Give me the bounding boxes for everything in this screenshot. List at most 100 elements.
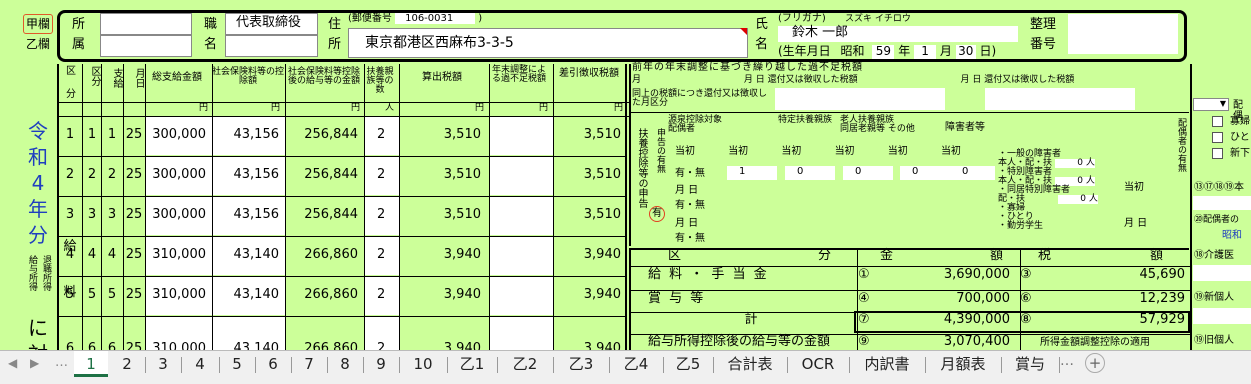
net-cell: 3,510 (583, 207, 621, 222)
calc-cell: 3,510 (443, 167, 481, 182)
dep-cell[interactable]: 2 (365, 277, 399, 315)
tab-1[interactable]: 1 (74, 351, 108, 377)
summary-gaku: 額 (990, 248, 1004, 263)
more-icon[interactable]: … (55, 355, 68, 370)
shogai-count[interactable]: 0 (950, 166, 995, 180)
tab-otsu1[interactable]: 乙1 (448, 351, 496, 377)
kyuryo-amount: 3,690,000 (943, 267, 1010, 282)
shintetsu-checkbox[interactable] (1212, 148, 1223, 159)
ins-cell[interactable]: 43,140 (213, 317, 285, 350)
rojin-count[interactable]: 0 (900, 166, 950, 180)
tab-otsu2[interactable]: 乙2 (498, 351, 552, 377)
tab-8[interactable]: 8 (328, 351, 362, 377)
total-cell[interactable]: 310,000 (146, 277, 212, 315)
birth-row: (生年月日 昭和 59 年 1 月 30 日) (778, 44, 997, 59)
tab-4[interactable]: 4 (182, 351, 218, 377)
tab-gokei[interactable]: 合計表 (714, 351, 786, 377)
kafu-checkbox[interactable] (1212, 116, 1223, 127)
scroll-right-icon[interactable]: ▶ (30, 356, 39, 370)
tab-shoyo[interactable]: 賞与 (1002, 351, 1058, 377)
add-sheet-icon[interactable]: + (1085, 353, 1105, 373)
summary-zei: 税 (1038, 248, 1052, 263)
scroll-left-icon[interactable]: ◀ (8, 356, 17, 370)
seiri-field[interactable] (1068, 14, 1178, 54)
tab-ocr[interactable]: OCR (788, 351, 848, 377)
diff-cell[interactable] (490, 157, 553, 195)
shozoku-field-1[interactable] (100, 13, 192, 35)
tokutei-label: 特定扶養親族 (778, 115, 833, 125)
tab-7[interactable]: 7 (292, 351, 326, 377)
far-field-3[interactable] (1193, 308, 1251, 324)
prev-amount-1[interactable] (775, 88, 945, 110)
ku-header: 区分 (66, 66, 76, 100)
tab-otsu3[interactable]: 乙3 (554, 351, 608, 377)
address-field[interactable]: 東京都港区西麻布3-3-5 (348, 28, 748, 58)
dep-cell[interactable]: 2 (365, 197, 399, 235)
birth-day-field[interactable]: 30 (955, 44, 976, 59)
kyuryo-label: 給 料 ・ 手 当 金 (648, 267, 769, 282)
furigana-field[interactable]: スズキ イチロウ (845, 14, 911, 24)
tokutei-count[interactable]: 0 (785, 166, 835, 180)
position-field-2[interactable] (225, 35, 318, 57)
dep-cell[interactable]: 2 (365, 237, 399, 275)
tab-10[interactable]: 10 (400, 351, 446, 377)
postal-code-field[interactable]: 106-0031 (395, 13, 476, 24)
tab-9[interactable]: 9 (364, 351, 398, 377)
dep-cell[interactable]: 2 (365, 117, 399, 155)
dep-cell[interactable]: 2 (365, 317, 399, 350)
birth-year-field[interactable]: 59 (872, 44, 895, 59)
calc-cell: 3,940 (443, 341, 481, 350)
tab-otsu4[interactable]: 乙4 (610, 351, 662, 377)
mei2-label: 名 (755, 37, 769, 52)
total-cell[interactable]: 300,000 (146, 197, 212, 235)
diff-cell[interactable] (490, 197, 553, 235)
far-field-1[interactable] (1193, 196, 1251, 210)
after-cell: 256,844 (304, 127, 358, 142)
diff-cell[interactable] (490, 277, 553, 315)
doukyo-count[interactable]: 0 (843, 166, 893, 180)
total-cell[interactable]: 310,000 (146, 237, 212, 275)
dep-cell[interactable]: 2 (365, 157, 399, 195)
ins-cell[interactable]: 43,140 (213, 277, 285, 315)
umu-circle-icon[interactable]: 有 (649, 206, 665, 222)
birth-month-field[interactable]: 1 (914, 44, 937, 59)
tab-2[interactable]: 2 (110, 351, 144, 377)
table-row: 4 4 4 25 310,000 43,140 266,860 2 3,940 … (59, 236, 625, 276)
tab-otsu5[interactable]: 乙5 (664, 351, 712, 377)
haigu-label: 源泉控除対象配偶者 (668, 115, 723, 134)
ins-cell[interactable]: 43,156 (213, 197, 285, 235)
total-cell[interactable]: 310,000 (146, 317, 212, 350)
diff-cell[interactable] (490, 117, 553, 155)
total-cell[interactable]: 300,000 (146, 117, 212, 155)
tab-6[interactable]: 6 (256, 351, 290, 377)
shozoku-field-2[interactable] (100, 35, 192, 57)
position-field[interactable]: 代表取締役 (225, 13, 318, 35)
ins-cell[interactable]: 43,156 (213, 157, 285, 195)
bango-label: 番号 (1030, 37, 1057, 52)
data-rows: 1 1 25 300,000 43,156 256,844 2 3,510 3,… (59, 116, 625, 350)
prev-amount-2[interactable] (985, 88, 1135, 110)
after-amount: 3,070,400 (943, 334, 1010, 349)
haigu-count[interactable]: 1 (727, 166, 777, 180)
tab-getsugaku[interactable]: 月額表 (926, 351, 1000, 377)
ni-label: に (28, 316, 48, 340)
after-cell: 266,860 (304, 287, 358, 302)
ins-cell[interactable]: 43,140 (213, 237, 285, 275)
net-cell: 3,940 (583, 341, 621, 350)
far-field-2[interactable] (1193, 265, 1251, 281)
ins-cell[interactable]: 43,156 (213, 117, 285, 155)
hitori-checkbox[interactable] (1212, 132, 1223, 143)
total-cell[interactable]: 300,000 (146, 157, 212, 195)
more-tabs-icon[interactable]: … (1060, 353, 1074, 369)
net-cell: 3,940 (583, 247, 621, 262)
tab-5[interactable]: 5 (220, 351, 254, 377)
haigu-select[interactable]: ▼ (1193, 98, 1229, 111)
umu-field[interactable]: 有・無 (675, 168, 725, 179)
tab-3[interactable]: 3 (146, 351, 180, 377)
tab-uchiwake[interactable]: 内訳書 (850, 351, 924, 377)
calc-cell: 3,510 (443, 127, 481, 142)
diff-cell[interactable] (490, 237, 553, 275)
name-field[interactable]: 鈴木 一郎 (778, 25, 1018, 42)
diff-cell[interactable] (490, 317, 553, 350)
era-field[interactable]: 昭和 (841, 44, 865, 58)
